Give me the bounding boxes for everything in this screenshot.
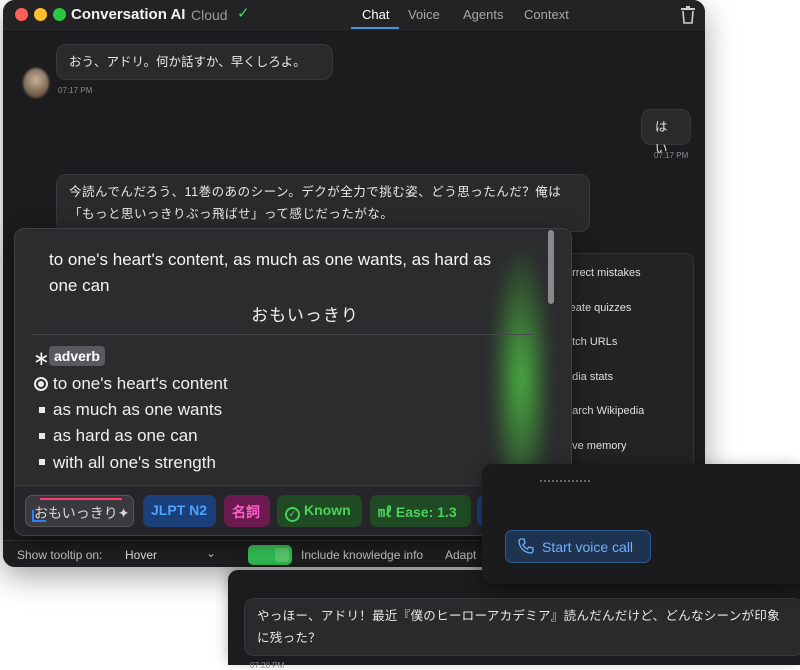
- tooltip-definition: to one's heart's content, as much as one…: [49, 250, 492, 295]
- title-bar: Conversation AI Cloud ✓ Chat Voice Agent…: [3, 0, 705, 30]
- sense-item: as hard as one can: [53, 426, 198, 445]
- include-knowledge-toggle[interactable]: [248, 545, 292, 565]
- divider: [33, 334, 533, 335]
- minimize-window-button[interactable]: [34, 8, 47, 21]
- assistant-message: おう、アドリ。何か話すか、早くしろよ。: [56, 44, 333, 80]
- show-tooltip-select[interactable]: Hover: [125, 548, 157, 562]
- trash-icon[interactable]: [680, 6, 696, 24]
- part-of-speech-badge: adverb: [49, 346, 105, 366]
- capability-item[interactable]: orrect mistakes: [566, 267, 641, 279]
- accent-line: [40, 498, 122, 500]
- start-voice-call-button[interactable]: Start voice call: [505, 530, 651, 563]
- zoom-window-button[interactable]: [53, 8, 66, 21]
- ease-badge[interactable]: ㎖ Ease: 1.3: [370, 495, 471, 527]
- tooltip-reading: おもいっきり: [251, 306, 359, 325]
- app-title: Conversation AI: [71, 6, 186, 23]
- assistant-message: やっほー、アドリ！最近『僕のヒーローアカデミア』読んだんだけど、どんなシーンが印…: [244, 598, 800, 656]
- asterisk-icon: ∗: [33, 348, 50, 370]
- jlpt-badge[interactable]: JLPT N2: [143, 495, 216, 527]
- tab-agents[interactable]: Agents: [463, 7, 503, 22]
- phone-icon: [518, 538, 534, 554]
- sync-status: Cloud: [191, 7, 228, 23]
- active-tab-indicator: [351, 27, 399, 29]
- second-window: やっほー、アドリ！最近『僕のヒーローアカデミア』読んだんだけど、どんなシーンが印…: [228, 570, 800, 670]
- capability-item[interactable]: reate quizzes: [566, 302, 631, 314]
- message-timestamp: 07:17 PM: [58, 86, 93, 95]
- chevron-down-icon[interactable]: ⌄: [206, 546, 216, 560]
- show-tooltip-label: Show tooltip on:: [17, 548, 103, 562]
- adapt-label: Adapt: [445, 548, 477, 562]
- assistant-message: 今読んでんだろう、11巻のあのシーン。デクが全力で挑む姿、どう思ったんだ？俺は「…: [56, 174, 590, 232]
- word-chip-label: おもいっきり✦: [34, 505, 130, 521]
- assistant-avatar: [23, 68, 49, 98]
- tab-context[interactable]: Context: [524, 7, 569, 22]
- sense-item: as much as one wants: [53, 400, 223, 419]
- bullet-icon: [39, 407, 45, 413]
- capability-item[interactable]: earch Wikipedia: [566, 405, 644, 417]
- voice-call-panel: Start voice call: [482, 464, 800, 584]
- tooltip-scrollbar[interactable]: [548, 230, 554, 304]
- tab-voice[interactable]: Voice: [408, 7, 440, 22]
- checkmark-icon: ✓: [237, 5, 250, 22]
- sense-item: with all one's strength: [53, 453, 216, 472]
- tab-chat[interactable]: Chat: [362, 7, 389, 22]
- known-label: Known: [304, 502, 351, 518]
- pos-badge[interactable]: 名詞: [224, 495, 270, 527]
- include-knowledge-label: Include knowledge info: [301, 548, 424, 562]
- capability-item[interactable]: etch URLs: [566, 336, 617, 348]
- user-message: はい: [641, 109, 691, 156]
- close-window-button[interactable]: [15, 8, 28, 21]
- start-voice-call-label: Start voice call: [542, 539, 634, 555]
- text-cursor: [32, 520, 46, 522]
- capability-item[interactable]: ave memory: [566, 440, 627, 452]
- drag-handle[interactable]: [540, 480, 590, 483]
- radio-selected-icon: [34, 377, 48, 391]
- bullet-icon: [39, 459, 45, 465]
- check-circle-icon: ✓: [285, 507, 300, 522]
- word-chip[interactable]: おもいっきり✦: [25, 495, 134, 527]
- known-button[interactable]: ✓ Known: [277, 495, 362, 527]
- capability-item[interactable]: edia stats: [566, 371, 613, 383]
- message-timestamp: 07:20 PM: [250, 661, 285, 670]
- message-timestamp: 07:17 PM: [654, 151, 689, 160]
- sense-item: to one's heart's content: [53, 374, 228, 393]
- bullet-icon: [39, 433, 45, 439]
